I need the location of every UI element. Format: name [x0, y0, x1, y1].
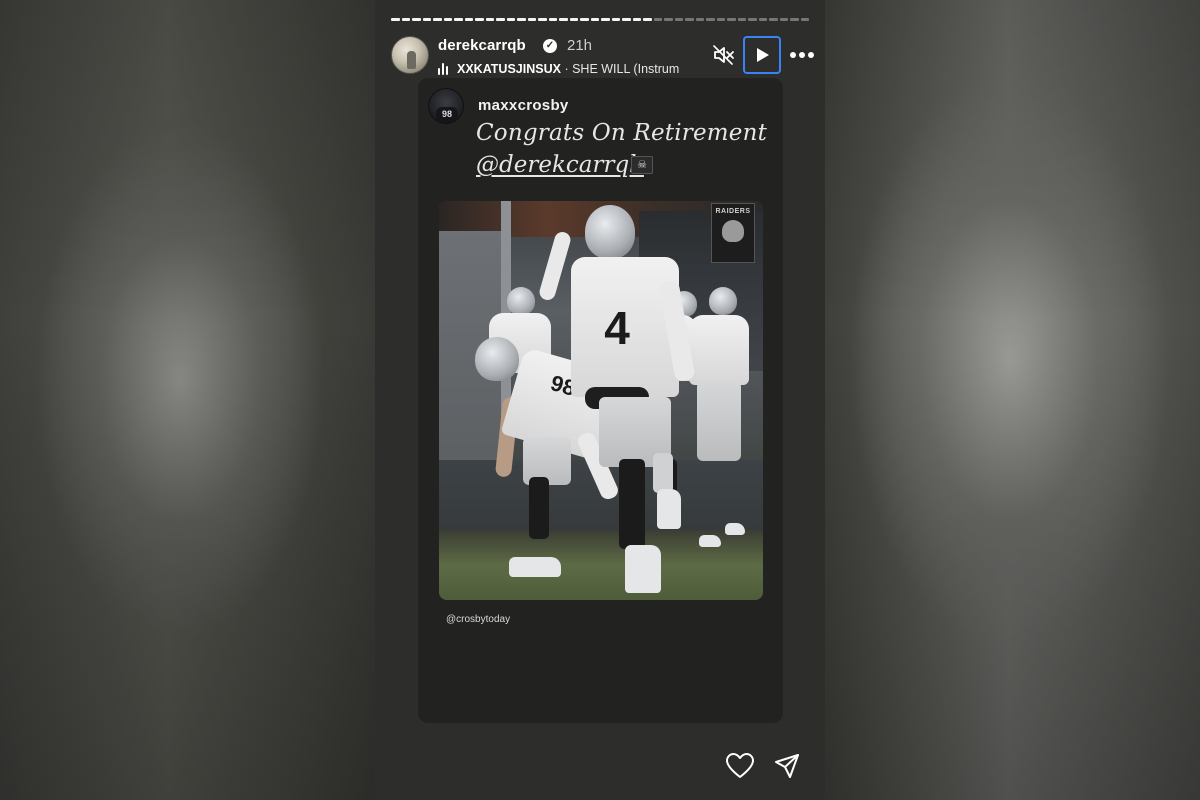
progress-segment [517, 18, 526, 21]
progress-segment [475, 18, 484, 21]
progress-segment [769, 18, 778, 21]
more-horizontal-icon [790, 52, 814, 58]
pirate-flag-icon: ☠ [631, 156, 653, 174]
progress-segment [611, 18, 620, 21]
mute-button[interactable] [705, 36, 743, 74]
progress-segment [727, 18, 736, 21]
music-title: SHE WILL (Instrum [572, 61, 680, 76]
caption-mention-link[interactable]: @derekcarrqb [476, 152, 644, 178]
progress-segment [569, 18, 578, 21]
progress-segment [506, 18, 515, 21]
progress-segment [422, 18, 431, 21]
progress-segment [737, 18, 746, 21]
play-icon [757, 48, 769, 62]
story-username[interactable]: derekcarrqb [438, 37, 526, 54]
progress-segment [674, 18, 683, 21]
send-icon[interactable] [773, 752, 801, 780]
progress-segment [485, 18, 494, 21]
progress-segment [716, 18, 725, 21]
progress-segment [464, 18, 473, 21]
raiders-banner: RAIDERS [711, 203, 755, 263]
progress-segment [748, 18, 757, 21]
shared-post-card[interactable]: 98 maxxcrosby Congrats On Retirement @de… [418, 78, 783, 723]
story-footer [375, 730, 825, 800]
music-attribution[interactable]: XXKATUSJINSUX · SHE WILL (Instrum [438, 60, 683, 76]
story-progress-bar [391, 18, 809, 21]
progress-segment [538, 18, 547, 21]
progress-segment [800, 18, 809, 21]
progress-segment [685, 18, 694, 21]
music-artist: XXKATUSJINSUX [457, 61, 561, 76]
progress-segment [653, 18, 662, 21]
progress-segment [622, 18, 631, 21]
progress-segment [779, 18, 788, 21]
progress-segment [695, 18, 704, 21]
story-timestamp: 21h [567, 37, 593, 54]
progress-segment [632, 18, 641, 21]
music-bars-icon [438, 62, 452, 75]
more-options-button[interactable] [783, 36, 821, 74]
speaker-muted-icon [713, 45, 734, 65]
story-viewer[interactable]: derekcarrqb ✓ 21h XXKATUSJINSUX · SHE WI… [375, 0, 825, 800]
photo-credit[interactable]: @crosbytoday [446, 614, 510, 625]
raiders-logo-icon [722, 220, 744, 242]
progress-segment [758, 18, 767, 21]
story-header: derekcarrqb ✓ 21h XXKATUSJINSUX · SHE WI… [391, 34, 814, 78]
progress-segment [412, 18, 421, 21]
progress-segment [590, 18, 599, 21]
progress-segment [454, 18, 463, 21]
progress-segment [391, 18, 400, 21]
play-button[interactable] [743, 36, 781, 74]
player-number-4: 4 [604, 302, 630, 354]
verified-badge-icon: ✓ [543, 39, 557, 53]
progress-segment [580, 18, 589, 21]
progress-segment [401, 18, 410, 21]
music-separator: · [560, 61, 573, 76]
progress-segment [548, 18, 557, 21]
progress-segment [433, 18, 442, 21]
progress-segment [601, 18, 610, 21]
heart-icon[interactable] [725, 752, 755, 780]
banner-text: RAIDERS [715, 208, 751, 215]
progress-segment [559, 18, 568, 21]
shared-post-username[interactable]: maxxcrosby [478, 97, 569, 114]
progress-segment [643, 18, 652, 21]
progress-segment [790, 18, 799, 21]
shared-post-photo[interactable]: RAIDERS 98 4 [439, 201, 763, 600]
progress-segment [664, 18, 673, 21]
caption-text: Congrats On Retirement [476, 120, 768, 146]
progress-segment [706, 18, 715, 21]
progress-segment [527, 18, 536, 21]
progress-segment [443, 18, 452, 21]
shared-post-avatar[interactable]: 98 [428, 88, 464, 124]
progress-segment [496, 18, 505, 21]
profile-avatar[interactable] [391, 36, 429, 74]
